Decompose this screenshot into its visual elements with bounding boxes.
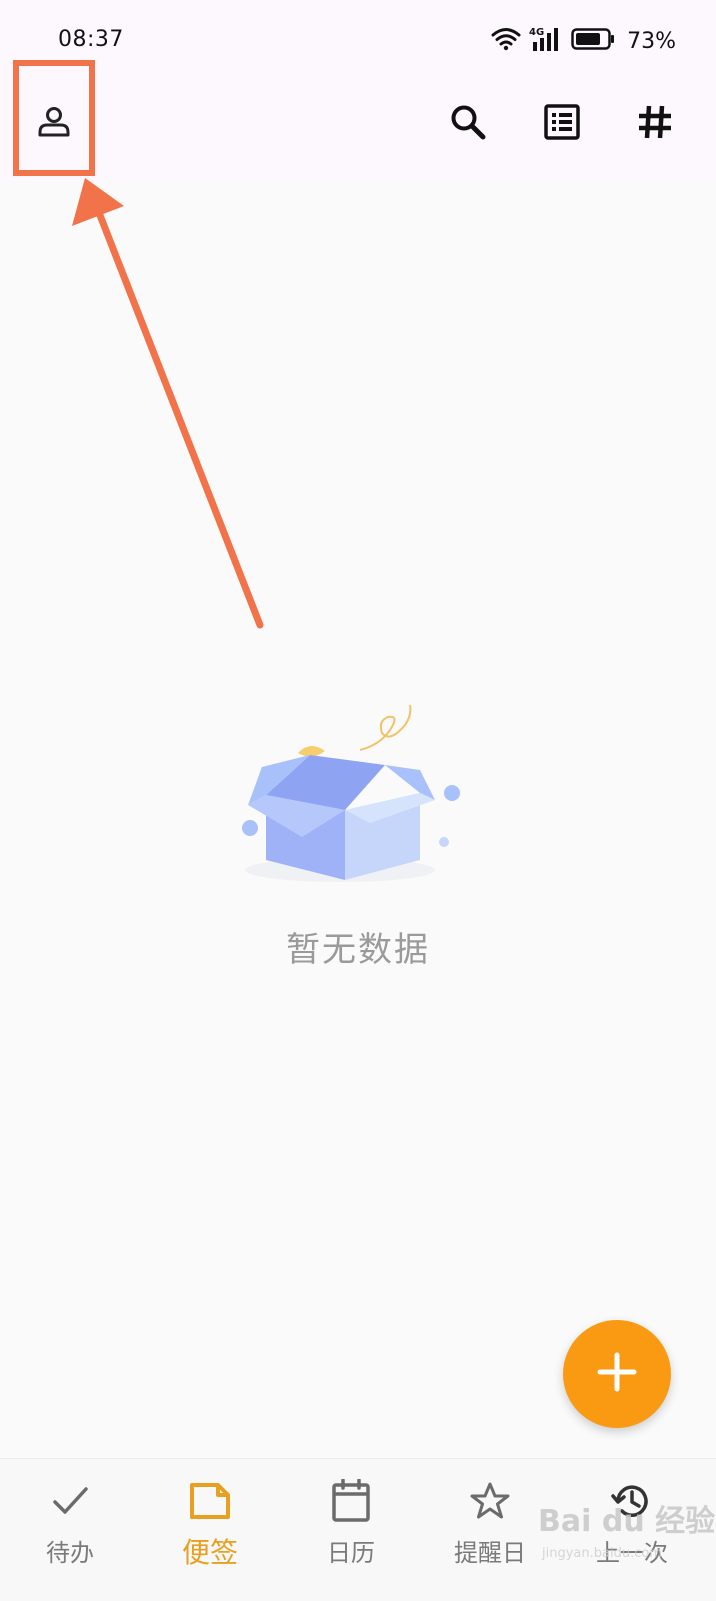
list-icon <box>543 103 581 145</box>
plus-icon <box>597 1352 637 1396</box>
list-view-button[interactable] <box>530 92 594 156</box>
battery-percent: 73% <box>627 28 676 54</box>
tags-button[interactable] <box>623 92 687 156</box>
nav-label-calendar: 日历 <box>327 1539 375 1567</box>
user-icon <box>36 104 72 144</box>
nav-item-last-time[interactable]: 上一次 <box>572 1473 692 1593</box>
empty-box-illustration <box>230 695 470 895</box>
status-time: 08:37 <box>58 27 124 52</box>
battery-icon <box>571 27 615 55</box>
wifi-icon <box>491 27 521 55</box>
hash-icon <box>637 104 673 144</box>
nav-label-notes: 便签 <box>181 1536 238 1569</box>
nav-label-todo: 待办 <box>46 1539 94 1567</box>
star-icon <box>468 1479 512 1523</box>
nav-item-todo[interactable]: 待办 <box>10 1473 130 1593</box>
search-button[interactable] <box>436 92 500 156</box>
status-bar: 08:37 4G 73% <box>0 0 716 80</box>
cellular-signal-icon: 4G <box>529 26 563 56</box>
calendar-icon <box>329 1479 373 1523</box>
search-icon <box>449 103 487 145</box>
nav-item-reminder-day[interactable]: 提醒日 <box>430 1473 550 1593</box>
add-note-button[interactable] <box>563 1320 671 1428</box>
empty-state-message: 暂无数据 <box>286 930 430 970</box>
nav-item-calendar[interactable]: 日历 <box>291 1473 411 1593</box>
history-icon <box>610 1479 654 1523</box>
note-icon <box>188 1479 232 1523</box>
nav-item-notes[interactable]: 便签 <box>150 1473 270 1593</box>
bottom-navigation: 待办 便签 日历 提醒日 上一次 <box>0 1458 716 1601</box>
nav-label-reminder-day: 提醒日 <box>454 1539 526 1567</box>
check-icon <box>48 1479 92 1523</box>
profile-button[interactable] <box>22 92 86 156</box>
status-icons: 4G 73% <box>491 26 676 56</box>
network-type-label: 4G <box>529 27 544 38</box>
nav-label-last-time: 上一次 <box>596 1539 668 1567</box>
